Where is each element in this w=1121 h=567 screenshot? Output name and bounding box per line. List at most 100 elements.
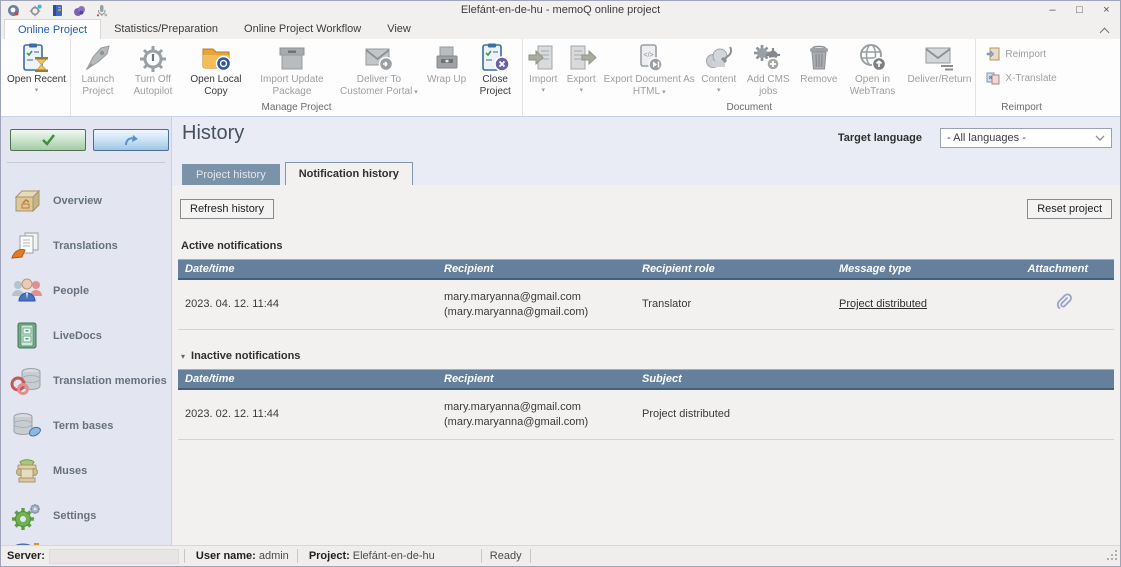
sidebar: Overview Translations People LiveDocs Tr…	[1, 117, 172, 545]
deliver-to-customer-portal-button[interactable]: Deliver To Customer Portal▾	[334, 39, 424, 97]
recipient-email: (mary.maryanna@gmail.com)	[444, 415, 635, 430]
settings-gear-icon	[10, 501, 44, 531]
wrap-up-button[interactable]: Wrap Up	[424, 39, 469, 86]
add-cms-jobs-icon	[752, 42, 784, 74]
target-language-select[interactable]: - All languages -	[940, 128, 1112, 148]
launch-project-button[interactable]: Launch Project	[72, 39, 124, 97]
close-project-button[interactable]: Close Project	[469, 39, 521, 97]
server-gear-icon[interactable]	[73, 4, 86, 17]
inactive-notifications-header[interactable]: ▾ Inactive notifications	[181, 350, 1111, 362]
sidebar-item-translation-memories[interactable]: Translation memories	[1, 358, 171, 403]
sidebar-action-buttons	[1, 117, 171, 151]
resize-grip[interactable]	[1106, 549, 1120, 563]
tab-notification-history[interactable]: Notification history	[285, 162, 413, 185]
cell-recipient: mary.maryanna@gmail.com (mary.maryanna@g…	[437, 290, 635, 320]
deliver-arrow-button[interactable]	[93, 129, 169, 151]
import-button[interactable]: Import ▾	[524, 39, 562, 95]
divider	[481, 549, 482, 563]
open-recent-button[interactable]: Open Recent ▾	[4, 39, 69, 95]
reimport-icon	[986, 47, 1000, 61]
close-project-icon	[479, 42, 511, 74]
target-language-label: Target language	[838, 132, 922, 144]
tab-statistics-preparation[interactable]: Statistics/Preparation	[101, 19, 231, 39]
cell-datetime: 2023. 04. 12. 11:44	[178, 297, 437, 312]
reimport-label: Reimport	[1005, 49, 1046, 60]
message-type-link[interactable]: Project distributed	[839, 298, 927, 310]
recipient-email: (mary.maryanna@gmail.com)	[444, 305, 635, 320]
add-cms-jobs-button[interactable]: Add CMS jobs	[739, 39, 797, 97]
import-icon	[527, 42, 559, 74]
import-update-package-icon	[276, 42, 308, 74]
column-header-message-type[interactable]: Message type	[832, 263, 1012, 275]
sidebar-item-overview[interactable]: Overview	[1, 178, 171, 223]
quick-access-toolbar	[1, 4, 108, 17]
dictation-mic-icon[interactable]	[95, 4, 108, 17]
maximize-button[interactable]: □	[1066, 2, 1093, 19]
open-local-copy-button[interactable]: Open Local Copy	[182, 39, 250, 97]
content-header: History Target language - All languages …	[172, 117, 1120, 185]
accept-button[interactable]	[10, 129, 86, 151]
wrap-up-icon	[431, 42, 463, 74]
column-header-recipient[interactable]: Recipient	[437, 263, 635, 275]
x-translate-icon	[986, 71, 1000, 85]
column-header-recipient[interactable]: Recipient	[437, 373, 635, 385]
tab-online-project[interactable]: Online Project	[4, 19, 101, 39]
close-button[interactable]: ×	[1093, 2, 1120, 19]
username-value: admin	[256, 550, 292, 562]
import-update-package-button[interactable]: Import Update Package	[250, 39, 334, 97]
collapse-triangle-icon[interactable]: ▾	[181, 352, 185, 361]
export-document-as-html-button[interactable]: </> Export Document As HTML▾	[600, 39, 698, 97]
ribbon-group-reimport: Reimport X-Translate Reimport	[976, 39, 1066, 116]
collapse-ribbon-icon[interactable]	[1099, 27, 1109, 35]
divider	[184, 549, 185, 563]
minimize-button[interactable]: –	[1039, 2, 1066, 19]
turn-off-autopilot-icon	[137, 42, 169, 74]
username-label: User name:	[190, 550, 256, 562]
remove-button[interactable]: Remove	[797, 39, 840, 86]
export-button[interactable]: Export ▾	[562, 39, 600, 95]
content-button[interactable]: Content ▾	[698, 39, 739, 95]
recipient-name: mary.maryanna@gmail.com	[444, 290, 635, 305]
open-recent-icon	[20, 42, 52, 74]
column-header-datetime[interactable]: Date/time	[178, 263, 437, 275]
notification-history-pane: Refresh history Reset project Active not…	[172, 185, 1120, 545]
reimport-button[interactable]: Reimport	[977, 46, 1055, 62]
sidebar-item-muses[interactable]: Muses	[1, 448, 171, 493]
project-label: Project:	[303, 550, 350, 562]
sidebar-item-livedocs[interactable]: LiveDocs	[1, 313, 171, 358]
deliver-return-icon	[923, 42, 955, 74]
sidebar-item-term-bases[interactable]: Term bases	[1, 403, 171, 448]
refresh-history-button[interactable]: Refresh history	[180, 199, 274, 219]
column-header-recipient-role[interactable]: Recipient role	[635, 263, 832, 275]
reset-project-button[interactable]: Reset project	[1027, 199, 1112, 219]
tab-online-project-workflow[interactable]: Online Project Workflow	[231, 19, 374, 39]
deliver-return-button[interactable]: Deliver/Return	[905, 39, 975, 86]
cell-attachment	[1012, 293, 1114, 316]
active-notifications-title: Active notifications	[181, 240, 1111, 252]
remove-trash-icon	[803, 42, 835, 74]
memoq-logo-icon[interactable]	[7, 4, 20, 17]
translation-memories-icon	[10, 366, 44, 396]
ribbon: Open Recent ▾ Launch Project Turn Off Au…	[1, 39, 1120, 117]
paperclip-icon[interactable]	[1054, 293, 1072, 316]
sidebar-item-settings[interactable]: Settings	[1, 493, 171, 538]
autopilot-gear-icon[interactable]	[29, 4, 42, 17]
table-header-row: Date/time Recipient Recipient role Messa…	[178, 259, 1114, 280]
sidebar-item-people[interactable]: People	[1, 268, 171, 313]
resources-book-icon[interactable]	[51, 4, 64, 17]
overview-icon	[10, 186, 44, 216]
group-label-manage-project: Manage Project	[72, 101, 521, 116]
column-header-datetime[interactable]: Date/time	[178, 373, 437, 385]
cell-datetime: 2023. 02. 12. 11:44	[178, 407, 437, 422]
column-header-subject[interactable]: Subject	[635, 373, 1114, 385]
open-in-webtrans-button[interactable]: Open in WebTrans	[841, 39, 905, 97]
dropdown-caret-icon: ▾	[717, 87, 721, 95]
turn-off-autopilot-button[interactable]: Turn Off Autopilot	[124, 39, 182, 97]
muses-icon	[10, 456, 44, 486]
x-translate-button[interactable]: X-Translate	[977, 70, 1065, 86]
cell-recipient-role: Translator	[635, 297, 832, 312]
tab-project-history[interactable]: Project history	[182, 164, 280, 185]
tab-view[interactable]: View	[374, 19, 424, 39]
sidebar-item-translations[interactable]: Translations	[1, 223, 171, 268]
column-header-attachment[interactable]: Attachment	[1012, 263, 1114, 275]
